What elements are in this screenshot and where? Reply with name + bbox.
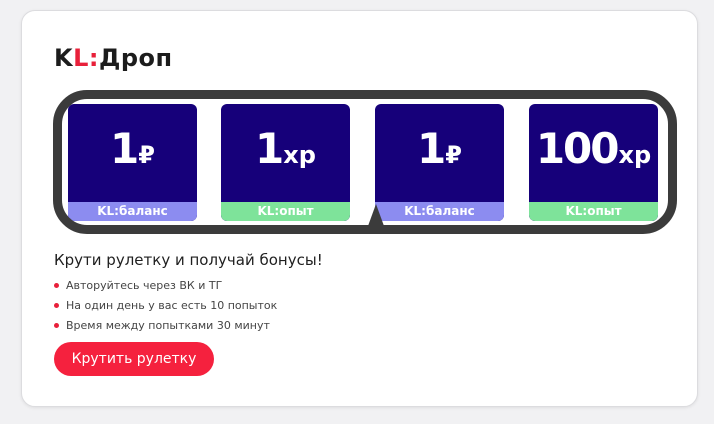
prize-label: KL:баланс <box>375 202 504 221</box>
bullet-icon <box>54 323 59 328</box>
list-item: Время между попытками 30 минут <box>54 318 277 338</box>
rules-list: Авторуйтесь через ВК и ТГ На один день у… <box>54 278 277 338</box>
prize-unit: xp <box>618 141 652 169</box>
prize-amount: 1 <box>255 124 284 173</box>
prize-amount: 100 <box>535 124 620 173</box>
prize-card: 1₽ KL:баланс <box>375 104 504 221</box>
spin-button[interactable]: Крутить рулетку <box>54 342 214 376</box>
list-item: Авторуйтесь через ВК и ТГ <box>54 278 277 298</box>
roulette-strip: 1₽ KL:баланс 1xp KL:опыт 1₽ KL:баланс 10… <box>53 90 677 234</box>
prize-label: KL:баланс <box>68 202 197 221</box>
rule-text: На один день у вас есть 10 попыток <box>66 299 278 312</box>
logo-k: K <box>54 44 74 72</box>
prize-card: 1xp KL:опыт <box>221 104 350 221</box>
prize-amount: 1 <box>110 124 139 173</box>
prize-card: 100xp KL:опыт <box>529 104 658 221</box>
logo: KL:Дроп <box>54 44 173 72</box>
list-item: На один день у вас есть 10 попыток <box>54 298 277 318</box>
bullet-icon <box>54 283 59 288</box>
promo-heading: Крути рулетку и получай бонусы! <box>54 251 323 269</box>
drop-card: KL:Дроп 1₽ KL:баланс 1xp KL:опыт 1₽ KL:б… <box>21 10 698 407</box>
bullet-icon <box>54 303 59 308</box>
logo-drop: Дроп <box>99 44 173 72</box>
prize-unit: xp <box>283 141 316 169</box>
prize-label: KL:опыт <box>529 202 658 221</box>
prize-unit: ₽ <box>138 141 155 169</box>
prize-label: KL:опыт <box>221 202 350 221</box>
logo-l: L: <box>73 44 99 72</box>
rule-text: Время между попытками 30 минут <box>66 319 270 332</box>
prize-card: 1₽ KL:баланс <box>68 104 197 221</box>
roulette-pointer-icon <box>368 204 384 225</box>
rule-text: Авторуйтесь через ВК и ТГ <box>66 279 223 292</box>
prize-amount: 1 <box>417 124 446 173</box>
prize-unit: ₽ <box>445 141 462 169</box>
